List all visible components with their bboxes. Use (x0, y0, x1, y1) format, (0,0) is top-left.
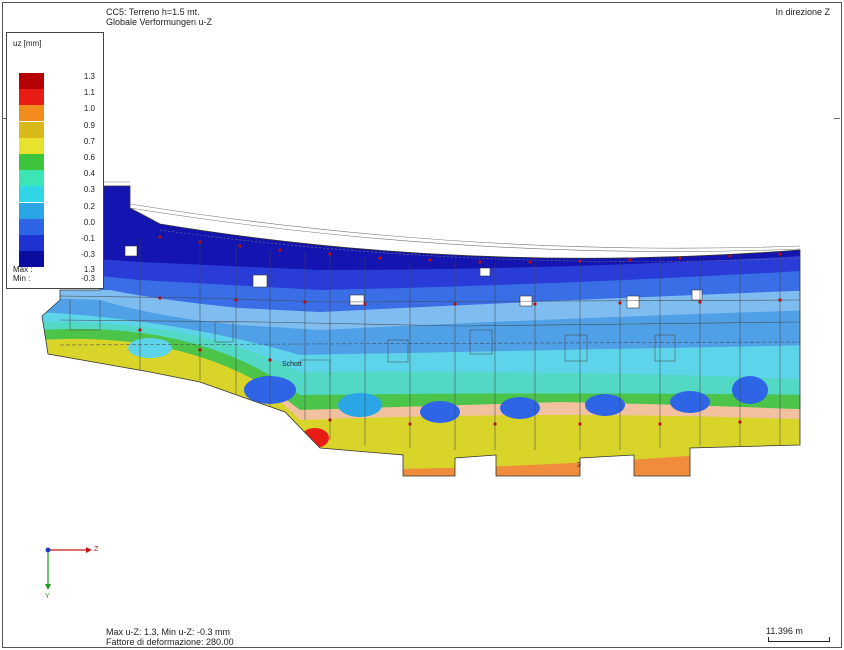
item-number-label: 3 (577, 462, 581, 469)
contour-bands (42, 186, 800, 476)
legend-level-label: 0.2 (83, 201, 95, 211)
legend-min-value: -0.3 (81, 274, 95, 283)
legend-level-label: 0.3 (83, 185, 95, 195)
legend-level-label: 1.3 (83, 72, 95, 81)
legend-level-label: 0.7 (83, 136, 95, 146)
legend-swatch (19, 235, 44, 251)
deformation-factor: Fattore di deformazione: 280.00 (106, 637, 234, 647)
legend-level-label: 0.6 (83, 153, 95, 162)
legend-level-label: -0.1 (81, 234, 95, 243)
legend-level-label: 1.0 (83, 104, 95, 114)
scale-label: 11.396 m (766, 626, 803, 636)
legend-level-label: 0.9 (83, 120, 95, 130)
deformation-contour-plot[interactable]: Schott 3 (0, 0, 844, 650)
deformation-summary: Max u-Z: 1.3, Min u-Z: -0.3 mm (106, 627, 231, 637)
legend-swatch (19, 121, 44, 138)
legend-max-label: Max : (13, 265, 33, 274)
legend-swatch (19, 202, 44, 219)
stair-label: Schott (282, 361, 302, 368)
scale-bar (768, 637, 830, 642)
legend-max-value: 1.3 (83, 265, 95, 274)
legend-min-label: Min : (13, 274, 31, 283)
legend-level-label: 0.4 (83, 169, 95, 179)
legend-swatch (19, 73, 44, 89)
legend-level-label: 0.0 (83, 217, 95, 227)
z-axis-label: Z (94, 546, 99, 553)
legend-unit: uz [mm] (13, 39, 42, 48)
axis-origin (45, 547, 51, 553)
legend-swatch (19, 137, 44, 154)
legend-swatch (19, 154, 44, 170)
legend-swatch (19, 170, 44, 187)
legend-panel: uz [mm] 1.3 1.1 1.0 0.9 0.7 0.6 0.4 0.3 0.2 0.0 -0… (6, 32, 104, 289)
legend-swatch (19, 218, 44, 235)
coordinate-axes (45, 547, 92, 590)
z-axis-arrow (86, 547, 92, 553)
legend-swatch (19, 105, 44, 122)
legend-level-label: 1.1 (83, 88, 95, 98)
y-axis-label: Y (45, 593, 50, 600)
legend-level-label: -0.3 (81, 250, 95, 260)
legend-swatch (19, 89, 44, 106)
y-axis-arrow (45, 584, 51, 590)
legend-swatch (19, 186, 44, 203)
